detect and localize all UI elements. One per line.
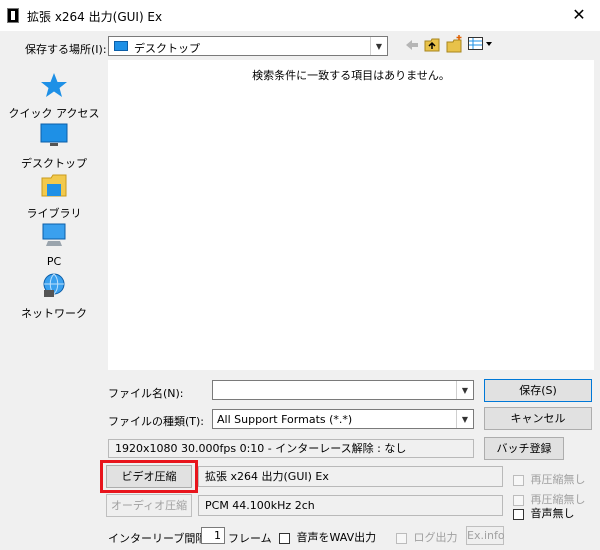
- back-arrow-icon[interactable]: [404, 37, 420, 53]
- video-no-recompress-label: 再圧縮無し: [530, 473, 586, 486]
- empty-message: 検索条件に一致する項目はありません。: [252, 69, 450, 82]
- batch-register-button[interactable]: バッチ登録: [484, 437, 564, 460]
- star-icon: [41, 73, 67, 97]
- filename-label: ファイル名(N):: [108, 387, 184, 400]
- checkbox-icon: [513, 474, 524, 486]
- location-label: 保存する場所(I):: [25, 43, 107, 56]
- file-list[interactable]: 検索条件に一致する項目はありません。: [108, 60, 594, 370]
- places-item-network[interactable]: ネットワーク: [4, 272, 104, 321]
- chevron-down-icon: ▼: [456, 381, 473, 399]
- close-button[interactable]: ✕: [564, 4, 594, 26]
- places-item-quick-access[interactable]: クイック アクセス: [4, 72, 104, 121]
- desktop-small-icon: [114, 41, 128, 51]
- network-icon: [43, 273, 65, 297]
- places-label: クイック アクセス: [8, 107, 100, 120]
- audio-codec-field: PCM 44.100kHz 2ch: [198, 495, 503, 516]
- checkbox-icon: [513, 494, 524, 506]
- location-dropdown[interactable]: デスクトップ ▼: [108, 36, 388, 56]
- video-codec-field: 拡張 x264 出力(GUI) Ex: [198, 466, 503, 487]
- video-compression-button[interactable]: ビデオ圧縮: [106, 465, 192, 488]
- interleave-input[interactable]: 1: [201, 527, 225, 544]
- window-title: 拡張 x264 出力(GUI) Ex: [27, 10, 163, 24]
- filetype-dropdown[interactable]: All Support Formats (*.*) ▼: [212, 409, 474, 429]
- places-label: ネットワーク: [21, 307, 87, 320]
- interleave-unit: フレーム: [228, 532, 272, 545]
- interleave-label: インターリーブ間隔 :: [108, 532, 214, 545]
- library-icon: [41, 174, 67, 197]
- places-label: PC: [46, 255, 62, 268]
- places-label: ライブラリ: [26, 207, 82, 220]
- checkbox-icon: [396, 532, 407, 544]
- log-output-label: ログ出力: [413, 531, 458, 544]
- video-no-recompress-checkbox[interactable]: 再圧縮無し: [513, 471, 586, 487]
- pc-icon: [42, 223, 66, 246]
- checkbox-icon: [513, 508, 524, 520]
- view-menu-icon[interactable]: [468, 37, 494, 51]
- app-icon: [7, 8, 19, 23]
- no-audio-checkbox[interactable]: 音声無し: [513, 505, 575, 521]
- filename-input[interactable]: ▼: [212, 380, 474, 400]
- chevron-down-icon: ▼: [370, 37, 387, 55]
- filetype-value: All Support Formats (*.*): [217, 413, 353, 426]
- save-button[interactable]: 保存(S): [484, 379, 592, 402]
- audio-compression-button[interactable]: オーディオ圧縮: [106, 494, 192, 517]
- checkbox-icon: [279, 532, 290, 544]
- video-info: 1920x1080 30.000fps 0:10 - インターレース解除 : な…: [108, 439, 474, 458]
- new-folder-icon[interactable]: [446, 34, 464, 54]
- location-value: デスクトップ: [134, 42, 200, 55]
- no-audio-label: 音声無し: [530, 507, 575, 520]
- wav-output-label: 音声をWAV出力: [296, 531, 377, 544]
- chevron-down-icon: ▼: [456, 410, 473, 428]
- wav-output-checkbox[interactable]: 音声をWAV出力: [279, 529, 376, 545]
- places-item-library[interactable]: ライブラリ: [4, 172, 104, 221]
- places-item-desktop[interactable]: デスクトップ: [4, 122, 104, 171]
- exinfo-button[interactable]: Ex.info: [466, 526, 505, 545]
- desktop-icon: [40, 123, 68, 146]
- places-item-pc[interactable]: PC: [4, 222, 104, 268]
- log-output-checkbox[interactable]: ログ出力: [396, 529, 458, 545]
- places-label: デスクトップ: [21, 157, 87, 170]
- up-folder-icon[interactable]: [424, 36, 442, 54]
- cancel-button[interactable]: キャンセル: [484, 407, 592, 430]
- filetype-label: ファイルの種類(T):: [108, 415, 205, 428]
